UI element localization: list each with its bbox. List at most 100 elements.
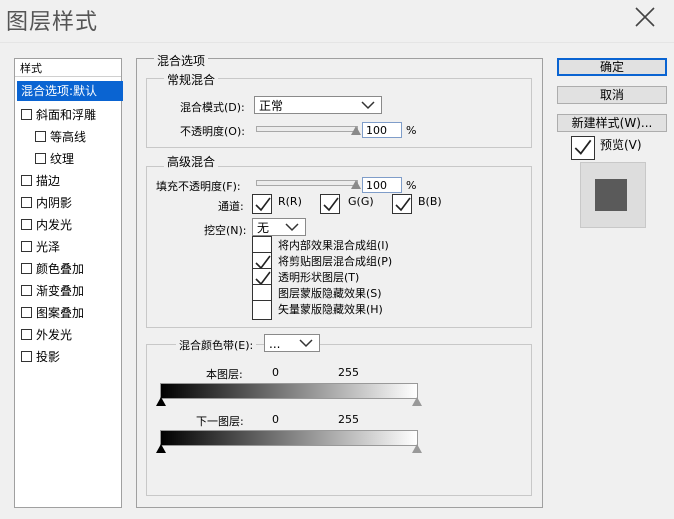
underlying-layer-label: 下一图层: [196,415,244,428]
underlying-layer-black-handle[interactable] [156,444,166,453]
style-item-color-overlay[interactable]: 颜色叠加 [15,259,125,279]
channel-b-label: B(B) [418,195,442,208]
this-layer-white-handle[interactable] [412,397,422,406]
checkbox[interactable] [21,197,32,208]
check-icon [395,197,411,212]
this-layer-black-handle[interactable] [156,397,166,406]
style-item-texture[interactable]: 纹理 [15,149,139,169]
checkbox[interactable] [35,131,46,142]
ok-button[interactable]: 确定 [557,58,667,76]
underlying-layer-gradient [160,430,418,446]
opacity-label: 不透明度(O): [180,125,245,138]
check-icon [574,139,592,155]
channels-label: 通道: [218,200,244,213]
style-item-label: 图案叠加 [36,306,85,320]
style-item-pattern-overlay[interactable]: 图案叠加 [15,303,125,323]
channel-b-checkbox[interactable] [392,194,412,214]
opacity-slider-track[interactable] [256,126,358,132]
style-preview [580,162,646,228]
layer-mask-hides-label: 图层蒙版隐藏效果(S) [278,287,382,300]
vector-mask-hides-label: 矢量蒙版隐藏效果(H) [278,303,383,316]
styles-list-divider [15,76,121,77]
chevron-down-icon [361,101,375,110]
style-item-gradient-overlay[interactable]: 渐变叠加 [15,281,125,301]
check-icon [255,197,271,212]
vector-mask-hides-checkbox[interactable] [252,300,272,320]
checkbox[interactable] [21,263,32,274]
style-item-inner-glow[interactable]: 内发光 [15,215,125,235]
style-item-drop-shadow[interactable]: 投影 [15,347,125,367]
knockout-value: 无 [257,221,270,235]
checkbox[interactable] [35,153,46,164]
checkbox[interactable] [21,351,32,362]
checkbox[interactable] [21,285,32,296]
close-icon[interactable] [632,4,658,30]
styles-list: 样式 混合选项:默认 斜面和浮雕 等高线 纹理 描边 内阴影 内发光 光泽 颜色… [14,58,125,508]
style-item-label: 内阴影 [36,196,73,210]
chevron-down-icon [285,223,299,232]
checkbox[interactable] [21,175,32,186]
this-layer-gradient [160,383,418,399]
style-preview-swatch [595,179,627,211]
new-style-button[interactable]: 新建样式(W)... [557,114,667,132]
preview-label: 预览(V) [600,138,642,152]
this-layer-max: 255 [338,366,359,379]
checkbox[interactable] [21,307,32,318]
underlying-layer-max: 255 [338,413,359,426]
blend-if-label: 混合颜色带(E): [176,337,257,353]
style-item-outer-glow[interactable]: 外发光 [15,325,125,345]
style-item-stroke[interactable]: 描边 [15,171,125,191]
opacity-unit: % [406,124,417,137]
blend-mode-label: 混合模式(D): [180,101,245,114]
style-item-label: 混合选项:默认 [21,84,98,98]
check-icon [323,197,339,212]
style-item-label: 内发光 [36,218,73,232]
checkbox[interactable] [21,241,32,252]
style-item-contour[interactable]: 等高线 [15,127,139,147]
chevron-down-icon [299,339,313,348]
fill-opacity-label: 填充不透明度(F): [156,180,241,193]
window-title: 图层样式 [6,10,99,35]
opacity-input[interactable]: 100 [362,122,402,138]
channel-r-checkbox[interactable] [252,194,272,214]
style-item-label: 光泽 [36,240,61,254]
general-blending-title: 常规混合 [164,71,219,88]
style-item-blending-options[interactable]: 混合选项:默认 [17,81,123,101]
style-item-satin[interactable]: 光泽 [15,237,125,257]
blend-mode-select[interactable]: 正常 [254,96,382,114]
this-layer-label: 本图层: [206,368,243,381]
checkbox[interactable] [21,219,32,230]
style-item-label: 斜面和浮雕 [36,108,97,122]
blending-options-title: 混合选项 [154,52,209,69]
fill-opacity-input-value: 100 [366,179,387,192]
style-item-label: 描边 [36,174,61,188]
style-item-bevel-emboss[interactable]: 斜面和浮雕 [15,105,125,125]
underlying-layer-min: 0 [272,413,279,426]
opacity-slider-thumb[interactable] [351,126,361,135]
blend-clipped-label: 将剪贴图层混合成组(P) [278,255,393,268]
fill-opacity-slider-thumb[interactable] [351,180,361,189]
style-item-label: 颜色叠加 [36,262,85,276]
channel-g-checkbox[interactable] [320,194,340,214]
style-item-inner-shadow[interactable]: 内阴影 [15,193,125,213]
knockout-select[interactable]: 无 [252,218,306,236]
advanced-blending-title: 高级混合 [164,153,219,170]
blend-mode-value: 正常 [259,99,284,113]
channel-g-label: G(G) [348,195,374,208]
fill-opacity-unit: % [406,179,417,192]
opacity-input-value: 100 [366,124,387,137]
checkbox[interactable] [21,109,32,120]
cancel-button[interactable]: 取消 [557,86,667,104]
fill-opacity-input[interactable]: 100 [362,177,402,193]
preview-checkbox[interactable] [571,136,595,160]
channel-r-label: R(R) [278,195,302,208]
blend-if-select[interactable]: ... [264,334,320,352]
checkbox[interactable] [21,329,32,340]
blend-interior-label: 将内部效果混合成组(I) [278,239,389,252]
style-item-label: 纹理 [50,152,75,166]
style-item-label: 等高线 [50,130,87,144]
blend-if-value: ... [269,337,281,351]
fill-opacity-slider-track[interactable] [256,180,358,186]
titlebar-divider [0,42,674,43]
underlying-layer-white-handle[interactable] [412,444,422,453]
